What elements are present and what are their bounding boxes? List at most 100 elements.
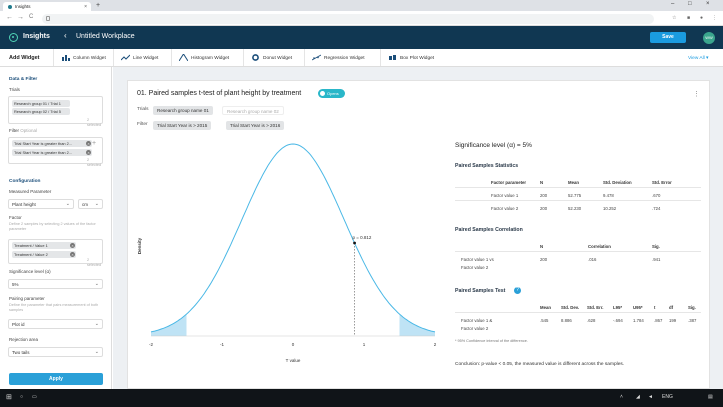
start-icon[interactable]: ⊞ [6, 393, 12, 401]
table-header: N [540, 244, 544, 249]
forward-button[interactable]: → [17, 14, 24, 21]
factor-chip[interactable]: Treatment / Value 1 × [12, 242, 76, 249]
significance-result: Significance level (α) = 5% [455, 142, 532, 149]
unit-select[interactable]: cm ⌄ [78, 199, 103, 209]
filter-pill[interactable]: Trial Start Year is > 2016 [226, 121, 285, 130]
configuration-title: Configuration [9, 179, 41, 184]
widget-label: Regression Widget [324, 55, 365, 61]
filter-count: 2 selected [87, 158, 102, 167]
remove-chip-icon[interactable]: × [86, 150, 91, 155]
remove-chip-icon[interactable]: × [86, 141, 91, 146]
table-header: L95* [613, 305, 623, 310]
box-plot-icon [389, 55, 396, 60]
reload-button[interactable]: C [29, 14, 33, 21]
table-header: U95* [633, 305, 643, 310]
bookmark-icon[interactable]: ☆ [672, 15, 676, 21]
maximize-button[interactable]: □ [688, 1, 692, 7]
widget-toolbar: Add Widget Column Widget Line Widget His… [0, 49, 723, 67]
significance-label: Significance level (α) [9, 269, 51, 274]
task-view-icon[interactable]: ▭ [32, 394, 37, 400]
profile-icon[interactable]: ● [700, 15, 703, 21]
filter-pill[interactable]: Trial Start Year is > 2015 [153, 121, 212, 130]
widget-label: Box Plot Widget [400, 55, 435, 61]
measured-parameter-select[interactable]: Plant height ⌄ [8, 199, 74, 209]
url-input[interactable] [42, 13, 654, 24]
box-plot-widget-button[interactable]: Box Plot Widget [380, 49, 446, 66]
rejection-area-left [151, 314, 187, 336]
save-button[interactable]: Save [650, 32, 686, 43]
table-divider [455, 251, 701, 252]
back-button[interactable]: ← [6, 14, 13, 21]
trial-chip[interactable]: Research group 01 / Trial 1 [12, 100, 70, 107]
browser-tab[interactable]: Insights × [3, 2, 91, 11]
more-options-icon[interactable]: ⋮ [693, 91, 700, 98]
minimize-button[interactable]: – [671, 1, 674, 7]
trials-select[interactable]: Research group 01 / Trial 1 Research gro… [8, 96, 103, 127]
factor-select[interactable]: Treatment / Value 1 × Treatment / Value 2… [8, 239, 103, 267]
card-title: 01. Paired samples t-test of plant heigh… [137, 90, 302, 97]
histogram-widget-button[interactable]: Histogram Widget [171, 49, 243, 66]
filter-chip[interactable]: Trial Start Year is greater than 2... × [12, 140, 92, 147]
table-cell: .867 [654, 318, 663, 323]
paired-stats-title: Paired Samples Statistics [455, 163, 519, 169]
network-icon[interactable]: ◢ [636, 394, 640, 400]
filter-select[interactable]: Trial Start Year is greater than 2... × T… [8, 137, 103, 167]
chevron-down-icon: ⌄ [94, 281, 99, 287]
y-axis-label: Density [137, 237, 142, 254]
add-filter-icon[interactable]: + [92, 140, 96, 147]
notification-icon[interactable]: ▤ [708, 394, 713, 400]
trial-pill[interactable]: Research group name 02 [222, 106, 284, 115]
trials-label: Trials [9, 87, 20, 92]
workspace-title[interactable]: Untitled Workplace [76, 33, 135, 40]
tray-icon[interactable]: ˄ [620, 394, 623, 400]
line-widget-button[interactable]: Line Widget [113, 49, 167, 66]
histogram-icon [179, 54, 188, 61]
confidence-note: * 95% Confidence interval of the differe… [455, 339, 528, 343]
new-tab-button[interactable]: + [96, 2, 100, 9]
volume-icon[interactable]: ◄ [648, 394, 653, 400]
table-cell: Factor value 2 [461, 326, 489, 331]
language-indicator[interactable]: ENG [662, 394, 673, 400]
density-curve [150, 143, 436, 333]
trial-chip[interactable]: Research group 02 / Trial 5 [12, 108, 70, 115]
conclusion-text: Conclusion: p-value < 0.05, the measured… [455, 362, 625, 367]
column-chart-icon [62, 55, 70, 61]
table-cell: 199 [669, 318, 677, 323]
trial-pill[interactable]: Research group name 01 [153, 106, 213, 115]
lock-icon [46, 15, 50, 21]
browser-menu-icon[interactable]: ⋮ [712, 15, 717, 21]
help-icon[interactable]: ? [514, 287, 521, 294]
table-cell: 200 [540, 257, 548, 262]
table-header: Factor parameter [491, 180, 527, 185]
x-axis-label: T value [286, 358, 301, 363]
table-divider [455, 187, 701, 188]
tab-close-icon[interactable]: × [84, 4, 87, 10]
column-widget-button[interactable]: Column Widget [53, 49, 113, 66]
taskbar-search-icon[interactable]: ○ [20, 394, 23, 400]
filter-chip[interactable]: Trial Start Year is greater than 2... × [12, 149, 92, 156]
back-chevron-icon[interactable]: ‹ [64, 32, 67, 40]
trials-count: 2 selected [87, 118, 102, 127]
table-cell: Factor value 1 & [461, 318, 493, 323]
table-cell: .724 [652, 206, 661, 211]
avatar[interactable]: WW [703, 32, 715, 44]
remove-chip-icon[interactable]: × [70, 243, 75, 248]
paired-test-title: Paired Samples Test [455, 288, 506, 294]
view-all-link[interactable]: View All ▾ [688, 56, 708, 61]
table-cell: .941 [652, 257, 661, 262]
apply-button[interactable]: Apply [9, 373, 103, 385]
significance-select[interactable]: 5% ⌄ [8, 279, 103, 289]
donut-widget-button[interactable]: Donut Widget [243, 49, 302, 66]
pairing-select[interactable]: Plot id ⌄ [8, 319, 103, 329]
extension-icon[interactable]: ■ [687, 15, 690, 21]
table-cell: .387 [688, 318, 697, 323]
rejection-select[interactable]: Two tails ⌄ [8, 347, 103, 357]
remove-chip-icon[interactable]: × [70, 252, 75, 257]
table-header: Mean [540, 305, 551, 310]
factor-chip[interactable]: Treatment / Value 2 × [12, 251, 76, 258]
close-window-button[interactable]: × [706, 1, 710, 7]
rejection-area-right [399, 314, 435, 336]
widget-label: Histogram Widget [191, 55, 230, 61]
regression-widget-button[interactable]: Regression Widget [304, 49, 380, 66]
opens-badge[interactable]: Opens [318, 89, 345, 98]
